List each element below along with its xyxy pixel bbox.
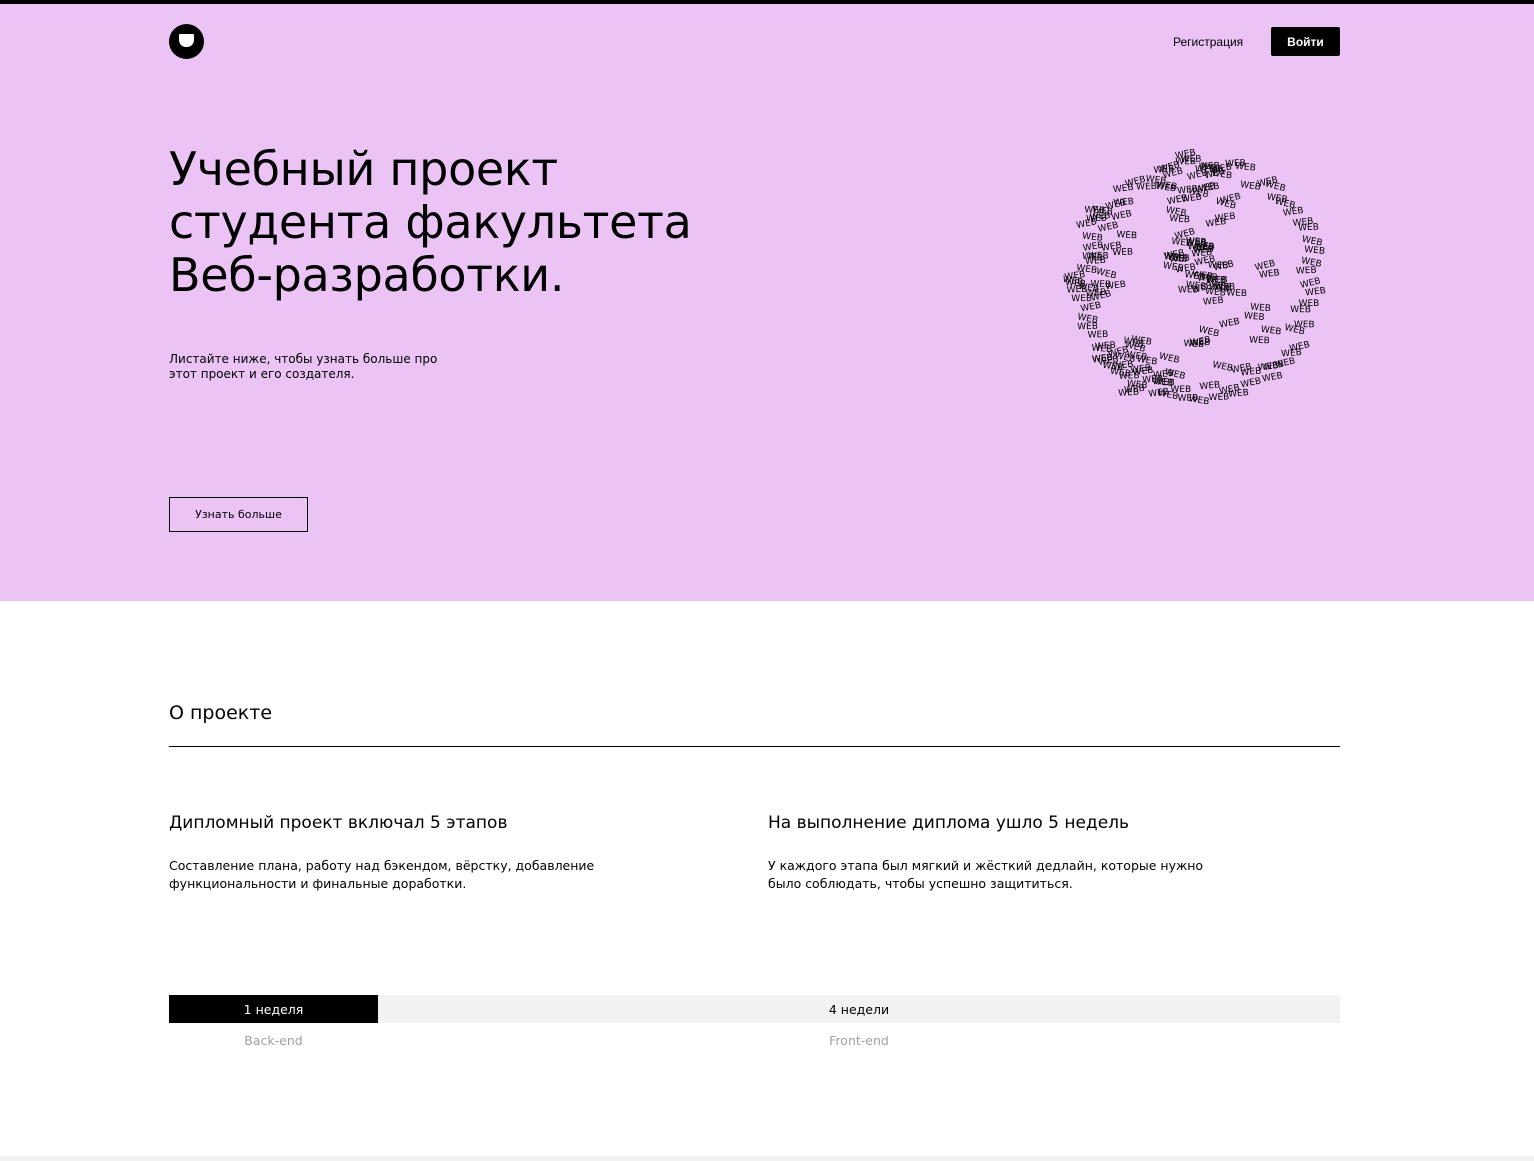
timeline-bar: 1 неделя 4 недели [169,995,1340,1023]
timeline-frontend-duration: 4 недели [828,1001,890,1017]
globe-word: WEB [1296,266,1317,277]
globe-word: WEB [1109,367,1131,380]
footer-strip [0,1156,1534,1161]
globe-word: WEB [1158,351,1181,366]
about-column-weeks: На выполнение диплома ушло 5 недель У ка… [768,812,1238,893]
register-link[interactable]: Регистрация [1173,35,1243,49]
globe-word: WEB [1171,237,1193,250]
globe-word: WEB [1169,214,1191,226]
timeline-backend-label: Back-end [244,1033,303,1048]
globe-word: WEB [1290,305,1311,315]
learn-more-button[interactable]: Узнать больше [169,497,308,532]
timeline-labels: Back-end Front-end [169,1032,1340,1050]
login-button[interactable]: Войти [1271,27,1340,56]
globe-word: WEB [1219,317,1241,331]
globe-word: WEB [1155,182,1177,195]
globe-word: WEB [1153,369,1175,381]
globe-word: WEB [1116,230,1137,241]
globe-word: WEB [1249,335,1270,346]
globe-word: WEB [1169,254,1190,265]
globe-word: WEB [1298,222,1319,233]
globe-word: WEB [1235,161,1257,173]
globe-word: WEB [1092,353,1114,365]
globe-word: WEB [1181,192,1203,205]
globe-word: WEB [1111,209,1133,223]
timeline-backend-duration: 1 неделя [169,995,378,1023]
globe-word: WEB [1208,392,1229,403]
weeks-heading: На выполнение диплома ушло 5 недель [768,813,1130,833]
hero-subtitle: Листайте ниже, чтобы узнать больше про э… [169,352,438,381]
hero-title: Учебный проект студента факультета Веб-р… [169,142,692,302]
globe-word: WEB [1282,206,1304,219]
stages-heading: Дипломный проект включал 5 этапов [169,813,508,833]
globe-word: WEB [1197,273,1218,284]
logo-icon[interactable] [169,24,204,59]
globe-word: WEB [1214,212,1236,225]
globe-word: WEB [1305,286,1327,299]
globe-word: WEB [1250,302,1272,314]
timeline-frontend-label: Front-end [829,1033,889,1048]
globe-word: WEB [1065,278,1086,289]
globe-word: WEB [1193,245,1214,256]
about-column-stages: Дипломный проект включал 5 этапов Состав… [169,812,609,893]
stages-text: Составление плана, работу над бэкендом, … [169,858,595,891]
globe-word: WEB [1088,251,1109,261]
about-title: О проекте [169,702,273,724]
globe-word: WEB [1113,197,1134,208]
globe-word: WEB [1124,384,1146,396]
globe-word: WEB [1178,285,1199,295]
hero-section: Регистрация Войти Учебный проект студент… [0,4,1534,601]
globe-word: WEB [1089,211,1111,223]
globe-word: WEB [1304,245,1326,257]
globe-word: WEB [1112,248,1133,259]
globe-icon: WEB WEB WEB WEB WEB WEB WEB WEB WEB WEB WEB WEB WEB W… [1062,148,1327,408]
globe-word: WEB [1199,380,1221,392]
globe-word: WEB [1257,361,1279,373]
about-divider [169,746,1340,747]
weeks-text: У каждого этапа был мягкий и жёсткий дед… [768,858,1204,891]
logo-shape [179,34,194,47]
